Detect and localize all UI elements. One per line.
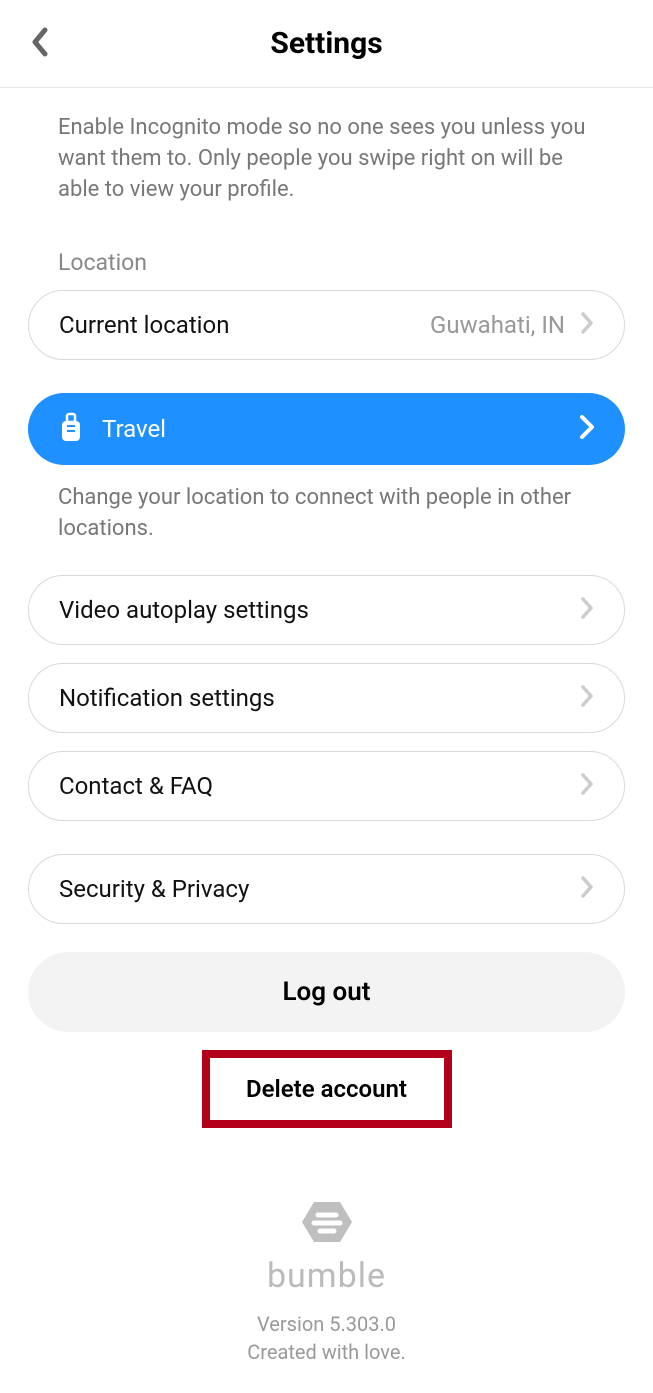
- security-privacy-row[interactable]: Security & Privacy: [28, 854, 625, 924]
- chevron-right-icon: [580, 596, 594, 624]
- page-title: Settings: [0, 26, 653, 61]
- logout-button[interactable]: Log out: [28, 952, 625, 1032]
- video-autoplay-row[interactable]: Video autoplay settings: [28, 575, 625, 645]
- chevron-right-icon: [579, 414, 595, 444]
- current-location-row[interactable]: Current location Guwahati, IN: [28, 290, 625, 360]
- security-privacy-label: Security & Privacy: [59, 875, 249, 903]
- notification-settings-row[interactable]: Notification settings: [28, 663, 625, 733]
- travel-description: Change your location to connect with peo…: [28, 475, 625, 575]
- contact-faq-label: Contact & FAQ: [59, 772, 213, 800]
- suitcase-icon: [58, 411, 84, 447]
- current-location-value: Guwahati, IN: [430, 311, 565, 339]
- travel-label: Travel: [102, 415, 166, 443]
- brand-name: bumble: [267, 1256, 386, 1296]
- current-location-label: Current location: [59, 311, 229, 339]
- footer: bumble Version 5.303.0 Created with love…: [28, 1198, 625, 1364]
- location-section-label: Location: [28, 225, 625, 290]
- logout-label: Log out: [283, 977, 371, 1007]
- notification-settings-label: Notification settings: [59, 684, 275, 712]
- back-icon[interactable]: [30, 27, 50, 61]
- chevron-right-icon: [580, 875, 594, 903]
- video-autoplay-label: Video autoplay settings: [59, 596, 309, 624]
- brand-logo-icon: [300, 1198, 354, 1250]
- version-text: Version 5.303.0: [28, 1312, 625, 1336]
- delete-account-button[interactable]: Delete account: [202, 1050, 452, 1128]
- header: Settings: [0, 0, 653, 88]
- contact-faq-row[interactable]: Contact & FAQ: [28, 751, 625, 821]
- delete-account-label: Delete account: [246, 1075, 407, 1103]
- created-text: Created with love.: [28, 1340, 625, 1364]
- travel-row[interactable]: Travel: [28, 393, 625, 465]
- chevron-right-icon: [580, 772, 594, 800]
- chevron-right-icon: [580, 311, 594, 339]
- incognito-description: Enable Incognito mode so no one sees you…: [28, 88, 625, 225]
- chevron-right-icon: [580, 684, 594, 712]
